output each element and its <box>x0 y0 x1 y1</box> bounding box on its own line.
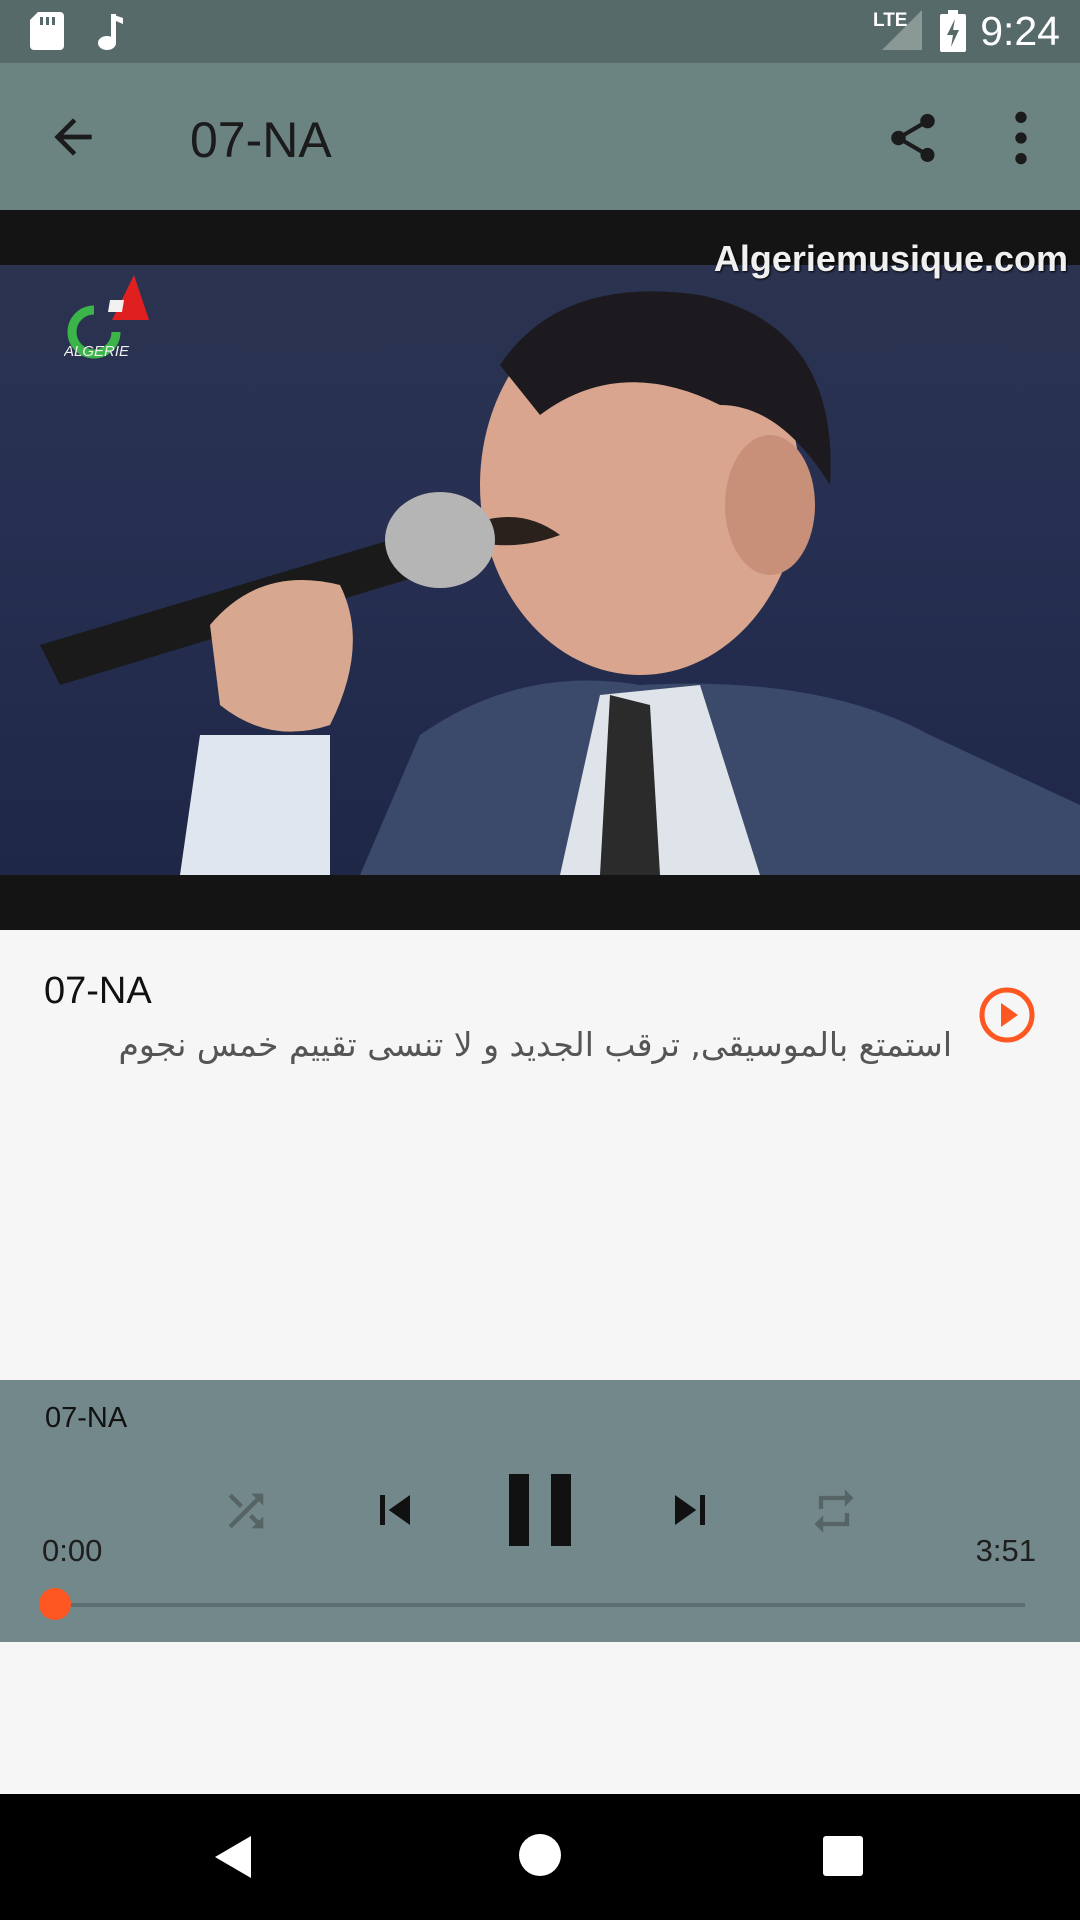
share-button[interactable] <box>884 107 942 169</box>
pause-icon <box>509 1474 571 1546</box>
app-bar: 07-NA <box>0 63 1080 210</box>
screen: LTE 9:24 07-NA Algeriemusique.com ALGERI… <box>0 0 1080 1920</box>
skip-previous-icon <box>380 1495 410 1525</box>
play-circle-icon <box>979 987 1035 1043</box>
back-button[interactable] <box>45 109 101 165</box>
previous-button[interactable] <box>365 1480 425 1540</box>
video-watermark: Algeriemusique.com <box>713 238 1068 279</box>
music-note-icon <box>98 14 123 50</box>
elapsed-time: 0:00 <box>42 1533 103 1568</box>
nav-recents-icon[interactable] <box>823 1836 863 1876</box>
play-track-button[interactable] <box>978 986 1036 1044</box>
player-track-title: 07-NA <box>45 1402 128 1434</box>
player-panel: 07-NA 0:00 3:51 <box>0 1380 1080 1642</box>
channel-logo: ALGERIE <box>64 275 149 360</box>
pause-button[interactable] <box>505 1472 577 1548</box>
navigation-bar <box>0 1794 1080 1920</box>
status-bar: LTE 9:24 <box>0 0 1080 63</box>
skip-next-icon <box>675 1495 705 1525</box>
network-type: LTE <box>873 10 908 31</box>
more-vert-icon <box>1015 111 1027 165</box>
seek-thumb[interactable] <box>39 1588 71 1620</box>
arrow-back-icon <box>54 118 92 156</box>
video-artwork[interactable]: Algeriemusique.com ALGERIE <box>0 210 1080 930</box>
nav-back-icon[interactable] <box>213 1834 253 1880</box>
share-icon <box>891 113 935 162</box>
more-options-button[interactable] <box>1006 107 1036 169</box>
shuffle-button[interactable] <box>220 1485 272 1537</box>
sd-card-icon <box>30 12 64 50</box>
total-duration: 3:51 <box>975 1533 1036 1568</box>
shuffle-icon <box>228 1493 264 1529</box>
track-subtitle: استمتع بالموسيقى, ترقب الجديد و لا تنسى … <box>118 1025 952 1064</box>
nav-home-icon[interactable] <box>519 1834 561 1876</box>
empty-area <box>0 1642 1080 1794</box>
status-clock: 9:24 <box>980 8 1060 54</box>
track-title: 07-NA <box>44 970 152 1012</box>
battery-charging-icon <box>940 10 966 52</box>
page-title: 07-NA <box>190 112 332 168</box>
repeat-button[interactable] <box>808 1485 860 1537</box>
next-button[interactable] <box>660 1480 720 1540</box>
channel-logo-text: ALGERIE <box>64 343 130 360</box>
seek-bar[interactable] <box>55 1603 1025 1607</box>
repeat-icon <box>814 1489 854 1533</box>
track-info-panel: 07-NA استمتع بالموسيقى, ترقب الجديد و لا… <box>0 930 1080 1380</box>
